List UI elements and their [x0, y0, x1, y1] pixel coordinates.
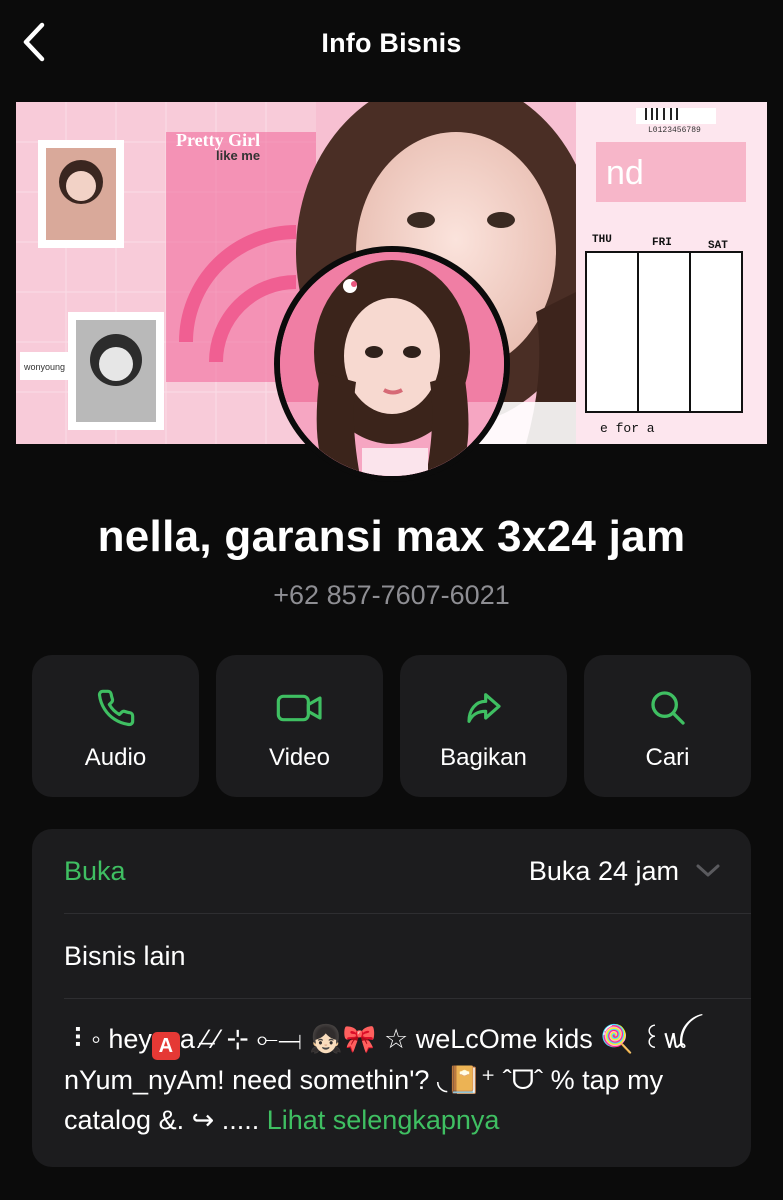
business-name: nella, garansi max 3x24 jam — [97, 512, 686, 561]
top-bar: Info Bisnis — [0, 0, 783, 86]
audio-label: Audio — [84, 744, 147, 771]
cover-for-text: e for a — [600, 421, 655, 436]
share-label: Bagikan — [440, 744, 527, 771]
business-hours-row[interactable]: Buka Buka 24 jam — [64, 829, 751, 914]
see-more-link[interactable]: Lihat selengkapnya — [267, 1105, 500, 1135]
other-business-label: Bisnis lain — [64, 940, 186, 971]
like-me-text: like me — [216, 148, 260, 163]
search-label: Cari — [645, 744, 690, 771]
pretty-girl-text: Pretty Girl — [176, 130, 260, 150]
phone-icon — [97, 689, 134, 727]
other-business-row[interactable]: Bisnis lain — [64, 914, 751, 999]
audio-call-button[interactable]: Audio — [32, 655, 199, 797]
chevron-left-icon — [23, 22, 45, 62]
sticker-text: wonyoung — [23, 362, 65, 372]
video-icon — [276, 694, 322, 722]
business-description: ⠸ ◦ hey Aa ⁄̶ ⁄ ⊹ ⟜⟞ 👧🏻🎀 ☆ weLcOme kids 🍭… — [64, 1019, 723, 1140]
avatar[interactable] — [274, 246, 510, 482]
share-button[interactable]: Bagikan — [400, 655, 567, 797]
share-icon — [466, 693, 501, 723]
search-icon — [650, 691, 685, 725]
business-info-card: Buka Buka 24 jam Bisnis lain ⠸ ◦ hey Aa ⁄… — [32, 829, 751, 1167]
hours-value: Buka 24 jam — [528, 855, 679, 886]
cal-fri: FRI — [652, 237, 672, 249]
description-part1: ⠸ ◦ hey — [64, 1024, 152, 1054]
search-button[interactable]: Cari — [584, 655, 751, 797]
a-button-emoji: A — [151, 1032, 180, 1060]
chevron-down-icon — [696, 864, 720, 877]
cal-thu: THU — [592, 234, 612, 246]
cal-sat: SAT — [708, 240, 728, 252]
barcode-text: L0123456789 — [648, 126, 701, 135]
svg-text:nd: nd — [606, 154, 644, 192]
video-call-button[interactable]: Video — [216, 655, 383, 797]
video-label: Video — [269, 744, 330, 771]
back-button[interactable] — [12, 18, 56, 66]
avatar-illustration — [280, 252, 504, 476]
phone-number[interactable]: +62 857-7607-6021 — [0, 580, 783, 611]
hours-status: Buka — [64, 855, 126, 886]
page-title: Info Bisnis — [321, 27, 462, 58]
action-buttons: Audio Video Bagikan Cari — [32, 655, 751, 797]
